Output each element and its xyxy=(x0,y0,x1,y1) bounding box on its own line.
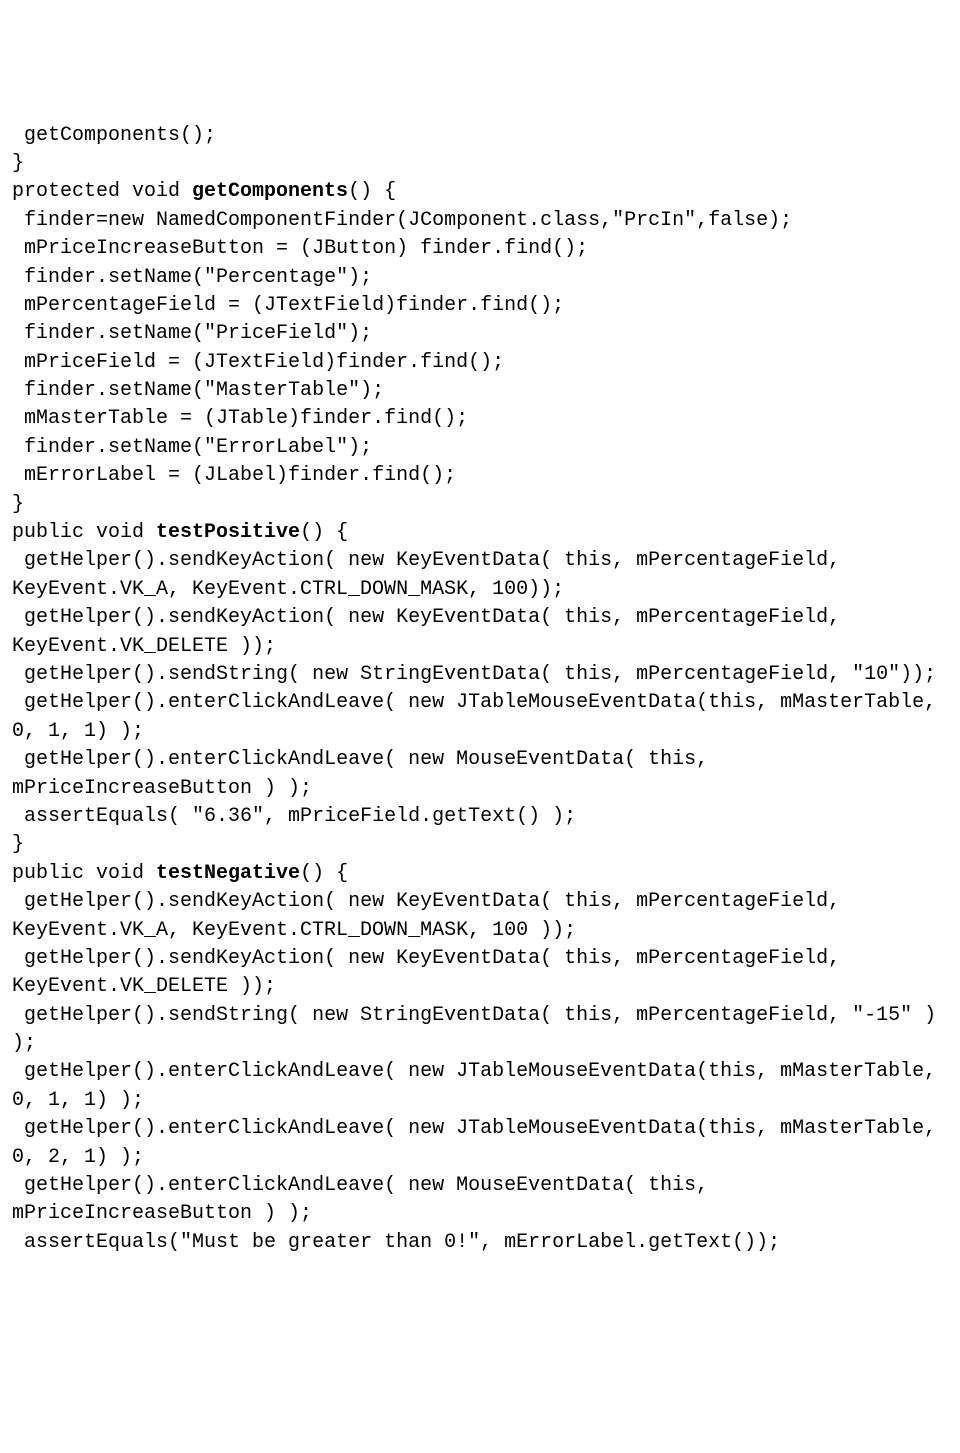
code-token: getComponents(); xyxy=(24,124,216,147)
code-token: getHelper().enterClickAndLeave( new Mous… xyxy=(12,1174,720,1225)
code-token: public void xyxy=(12,521,156,544)
code-line: getHelper().enterClickAndLeave( new Mous… xyxy=(12,1174,720,1225)
code-token: } xyxy=(12,833,24,856)
code-token: } xyxy=(12,152,24,175)
code-line: finder.setName("MasterTable"); xyxy=(12,379,384,402)
code-token-bold: testPositive xyxy=(156,521,300,544)
code-line: } xyxy=(12,152,24,175)
code-token: mPercentageField = (JTextField)finder.fi… xyxy=(24,294,564,317)
code-line: mErrorLabel = (JLabel)finder.find(); xyxy=(12,464,456,487)
code-line: mPriceField = (JTextField)finder.find(); xyxy=(12,351,504,374)
code-line: mPercentageField = (JTextField)finder.fi… xyxy=(12,294,564,317)
code-token: public void xyxy=(12,862,156,885)
code-token: getHelper().sendString( new StringEventD… xyxy=(24,663,936,686)
code-token: getHelper().enterClickAndLeave( new JTab… xyxy=(12,691,948,742)
code-token: finder.setName("PriceField"); xyxy=(24,322,372,345)
code-line: public void testPositive() { xyxy=(12,521,348,544)
code-token: mErrorLabel = (JLabel)finder.find(); xyxy=(24,464,456,487)
code-token: finder.setName("ErrorLabel"); xyxy=(24,436,372,459)
code-line: getHelper().sendString( new StringEventD… xyxy=(12,1004,948,1055)
code-token: getHelper().enterClickAndLeave( new JTab… xyxy=(12,1060,948,1111)
code-token: getHelper().sendString( new StringEventD… xyxy=(12,1004,948,1055)
code-line: finder.setName("Percentage"); xyxy=(12,266,372,289)
code-token: getHelper().sendKeyAction( new KeyEventD… xyxy=(12,890,852,941)
code-line: getHelper().sendKeyAction( new KeyEventD… xyxy=(12,606,852,657)
code-line: getHelper().sendKeyAction( new KeyEventD… xyxy=(12,890,852,941)
code-token: finder.setName("MasterTable"); xyxy=(24,379,384,402)
code-token: mMasterTable = (JTable)finder.find(); xyxy=(24,407,468,430)
code-token: protected void xyxy=(12,180,192,203)
code-line: getComponents(); xyxy=(12,124,216,147)
code-line: finder.setName("ErrorLabel"); xyxy=(12,436,372,459)
code-token: getHelper().enterClickAndLeave( new JTab… xyxy=(12,1117,948,1168)
code-line: } xyxy=(12,493,24,516)
code-line: assertEquals("Must be greater than 0!", … xyxy=(12,1231,780,1254)
code-token: finder=new NamedComponentFinder(JCompone… xyxy=(24,209,792,232)
code-token-bold: getComponents xyxy=(192,180,348,203)
code-line: } xyxy=(12,833,24,856)
code-line: public void testNegative() { xyxy=(12,862,348,885)
code-token: getHelper().enterClickAndLeave( new Mous… xyxy=(12,748,720,799)
code-token: assertEquals("Must be greater than 0!", … xyxy=(24,1231,780,1254)
code-token: () { xyxy=(300,862,348,885)
code-line: finder.setName("PriceField"); xyxy=(12,322,372,345)
code-token: () { xyxy=(348,180,396,203)
code-line: getHelper().enterClickAndLeave( new JTab… xyxy=(12,1117,948,1168)
code-line: getHelper().enterClickAndLeave( new Mous… xyxy=(12,748,720,799)
code-token: getHelper().sendKeyAction( new KeyEventD… xyxy=(12,549,852,600)
code-token: mPriceIncreaseButton = (JButton) finder.… xyxy=(24,237,588,260)
code-line: finder=new NamedComponentFinder(JCompone… xyxy=(12,209,792,232)
code-token: finder.setName("Percentage"); xyxy=(24,266,372,289)
code-line: getHelper().sendKeyAction( new KeyEventD… xyxy=(12,947,852,998)
code-token: mPriceField = (JTextField)finder.find(); xyxy=(24,351,504,374)
code-token: () { xyxy=(300,521,348,544)
code-line: protected void getComponents() { xyxy=(12,180,396,203)
code-line: assertEquals( "6.36", mPriceField.getTex… xyxy=(12,805,576,828)
code-listing: getComponents(); } protected void getCom… xyxy=(12,122,948,1258)
code-token-bold: testNegative xyxy=(156,862,300,885)
code-token: getHelper().sendKeyAction( new KeyEventD… xyxy=(12,947,852,998)
code-line: getHelper().enterClickAndLeave( new JTab… xyxy=(12,1060,948,1111)
code-token: assertEquals( "6.36", mPriceField.getTex… xyxy=(24,805,576,828)
code-token: } xyxy=(12,493,24,516)
code-line: getHelper().enterClickAndLeave( new JTab… xyxy=(12,691,948,742)
code-line: getHelper().sendKeyAction( new KeyEventD… xyxy=(12,549,852,600)
code-token: getHelper().sendKeyAction( new KeyEventD… xyxy=(12,606,852,657)
code-line: mMasterTable = (JTable)finder.find(); xyxy=(12,407,468,430)
code-line: getHelper().sendString( new StringEventD… xyxy=(12,663,936,686)
code-line: mPriceIncreaseButton = (JButton) finder.… xyxy=(12,237,588,260)
